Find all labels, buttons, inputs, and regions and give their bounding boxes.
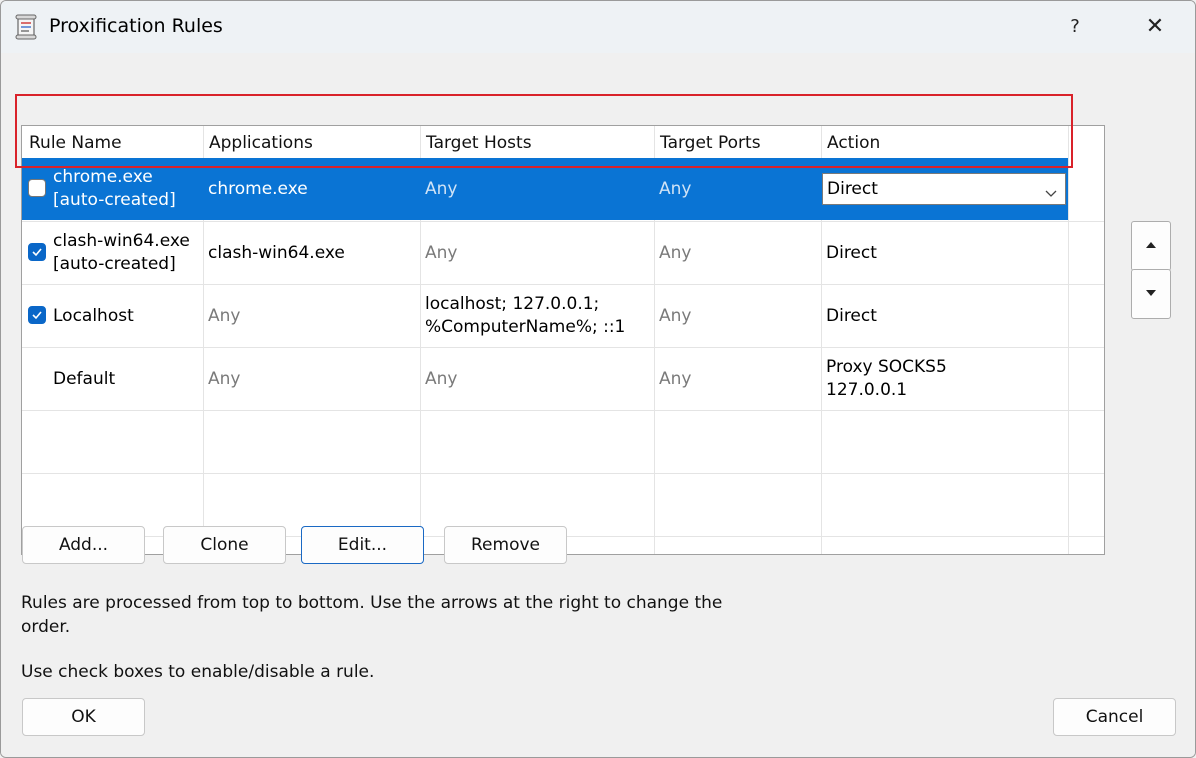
action-line: Proxy SOCKS5	[826, 357, 947, 377]
rule-target-ports: Any	[659, 178, 692, 199]
ok-button[interactable]: OK	[22, 698, 145, 736]
target-hosts-line: %ComputerName%; ::1	[425, 317, 626, 337]
rule-name: Localhost	[53, 305, 134, 326]
rule-enabled-checkbox[interactable]	[28, 306, 46, 324]
rule-target-ports: Any	[659, 368, 692, 389]
rule-target-ports: Any	[659, 305, 692, 326]
close-button[interactable]: ✕	[1137, 9, 1173, 45]
remove-button[interactable]: Remove	[444, 526, 567, 564]
scroll-document-icon	[15, 14, 39, 40]
rule-name-line: chrome.exe	[53, 167, 153, 187]
rule-action: Proxy SOCKS5 127.0.0.1	[826, 356, 947, 402]
rule-applications: chrome.exe	[208, 178, 308, 199]
rule-target-hosts: Any	[425, 368, 458, 389]
rule-name: chrome.exe [auto-created]	[53, 166, 176, 212]
column-divider	[1068, 126, 1069, 554]
info-text: Rules are processed from top to bottom. …	[21, 591, 722, 639]
window-title: Proxification Rules	[49, 15, 223, 37]
rule-name-line: clash-win64.exe	[53, 231, 190, 251]
action-dropdown-value: Direct	[827, 179, 878, 199]
rule-name-line: [auto-created]	[53, 254, 176, 274]
rule-action: Direct	[826, 242, 877, 263]
rule-name-line: [auto-created]	[53, 190, 176, 210]
rule-enabled-checkbox[interactable]	[28, 243, 46, 261]
clone-button[interactable]: Clone	[163, 526, 286, 564]
title-bar: Proxification Rules ? ✕	[1, 1, 1195, 53]
target-hosts-line: localhost; 127.0.0.1;	[425, 294, 600, 314]
add-button[interactable]: Add...	[22, 526, 145, 564]
row-divider	[22, 410, 1104, 411]
rule-applications: Any	[208, 368, 241, 389]
table-row[interactable]: Default Any Any Any Proxy SOCKS5 127.0.0.…	[22, 348, 1068, 410]
rule-applications: Any	[208, 305, 241, 326]
rule-applications: clash-win64.exe	[208, 242, 345, 263]
info-text-checkboxes: Use check boxes to enable/disable a rule…	[21, 662, 375, 682]
rule-name: clash-win64.exe [auto-created]	[53, 230, 190, 276]
cancel-button[interactable]: Cancel	[1053, 698, 1176, 736]
table-row[interactable]: clash-win64.exe [auto-created] clash-win6…	[22, 222, 1068, 284]
rule-enabled-checkbox[interactable]	[28, 179, 46, 197]
rule-target-hosts: Any	[425, 178, 458, 199]
rule-name: Default	[53, 368, 116, 389]
move-up-button[interactable]	[1131, 221, 1171, 271]
rule-target-hosts: Any	[425, 242, 458, 263]
rules-table[interactable]: Rule Name Applications Target Hosts Targ…	[21, 125, 1105, 555]
action-line: 127.0.0.1	[826, 380, 908, 400]
action-dropdown[interactable]: Direct	[822, 173, 1066, 205]
row-divider	[22, 473, 1104, 474]
info-line: order.	[21, 617, 71, 637]
info-line: Rules are processed from top to bottom. …	[21, 593, 723, 613]
selection-highlight-annotation	[15, 94, 1073, 168]
edit-button[interactable]: Edit...	[301, 526, 424, 564]
help-button[interactable]: ?	[1061, 11, 1089, 43]
table-row[interactable]: Localhost Any localhost; 127.0.0.1;%Comp…	[22, 285, 1068, 347]
chevron-down-icon	[1045, 183, 1057, 203]
move-down-button[interactable]	[1131, 269, 1171, 319]
rule-target-ports: Any	[659, 242, 692, 263]
rule-action: Direct	[826, 305, 877, 326]
rule-target-hosts: localhost; 127.0.0.1;%ComputerName%; ::1	[425, 293, 625, 339]
proxification-rules-dialog: Proxification Rules ? ✕ Rule Name Applic…	[0, 0, 1196, 758]
